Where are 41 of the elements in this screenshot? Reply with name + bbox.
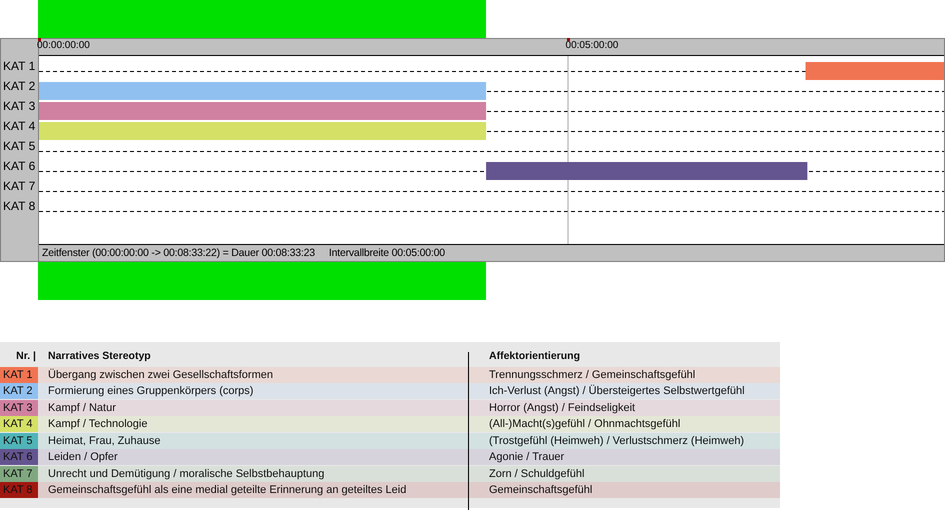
table-cell-text: Gemeinschaftsgefühl [488,483,594,498]
table-cell-text: Heimat, Frau, Zuhause [47,434,162,448]
category-tag: KAT 6 [0,449,38,465]
tick-mark [38,38,41,41]
category-label: KAT 3 [2,98,36,115]
tick-mark [566,38,570,41]
category-tag: KAT 7 [0,466,38,482]
table-cell-text: Gemeinschaftsgefühl als eine medial geteilte Erinnerung an geteiltes Leid [47,483,408,498]
category-label: KAT 8 [2,198,36,215]
category-label: KAT 7 [2,178,36,195]
category-tag: KAT 5 [0,432,38,448]
table-cell-text: Kampf / Natur [47,400,117,416]
column-header: Nr. | [15,350,37,364]
status-text: Zeitfenster (00:00:00:00 -> 00:08:33:22) = Dauer 00:08:33:23 [42,247,315,259]
table-cell-text: Übergang zwischen zwei Gesellschaftsformen [47,368,274,382]
table-cell-text: Formierung eines Gruppenkörpers (corps) [47,384,254,399]
table-cell-text: Zorn / Schuldgefühl [488,466,586,482]
column-header: Narratives Stereotyp [47,350,152,364]
category-label: KAT 6 [2,158,36,175]
category-tag: KAT 4 [0,416,38,432]
table-cell-text: Agonie / Trauer [488,450,566,465]
table-cell-text: (All-)Macht(s)gefühl / Ohnmachtsgefühl [488,417,682,432]
column-header: Affektorientierung [488,350,582,364]
category-label: KAT 1 [2,58,36,75]
table-cell-text: Leiden / Opfer [47,450,119,465]
table-cell-text: (Trostgefühl (Heimweh) / Verlustschmerz (Heimweh) [488,434,746,448]
category-label: KAT 4 [2,118,36,135]
category-tag: KAT 1 [0,366,38,382]
category-tag: KAT 2 [0,383,38,399]
category-label: KAT 2 [2,78,36,95]
time-label: 00:05:00:00 [566,40,618,51]
category-tag: KAT 8 [0,482,38,498]
table-cell-text: Horror (Angst) / Feindseligkeit [488,400,636,416]
table-cell-text: Unrecht und Demütigung / moralische Selbstbehauptung [47,466,326,482]
category-tag: KAT 3 [0,400,38,416]
table-cell-text: Ich-Verlust (Angst) / Übersteigertes Selbstwertgefühl [488,384,746,399]
time-label: 00:00:00:00 [37,40,90,51]
category-label: KAT 5 [2,138,36,155]
status-text: Intervallbreite 00:05:00:00 [328,247,445,259]
table-cell-text: Kampf / Technologie [47,417,148,432]
table-cell-text: Trennungsschmerz / Gemeinschaftsgefühl [488,368,696,382]
